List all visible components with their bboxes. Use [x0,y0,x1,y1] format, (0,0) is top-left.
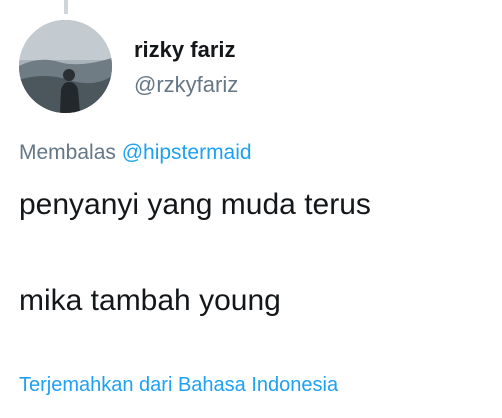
reply-mention-link[interactable]: @hipstermaid [122,141,252,164]
reply-prefix: Membalas [19,141,116,164]
avatar[interactable] [19,20,112,113]
user-handle[interactable]: @rzkyfariz [134,72,238,98]
avatar-photo [19,20,112,113]
display-name[interactable]: rizky fariz [134,37,236,63]
translate-tweet-link[interactable]: Terjemahkan dari Bahasa Indonesia [19,374,338,397]
reply-context: Membalas @hipstermaid [19,141,252,165]
tweet-text-line: mika tambah young [19,284,281,317]
thread-connector-line [64,0,68,14]
tweet-text-line: penyanyi yang muda terus [19,188,371,221]
